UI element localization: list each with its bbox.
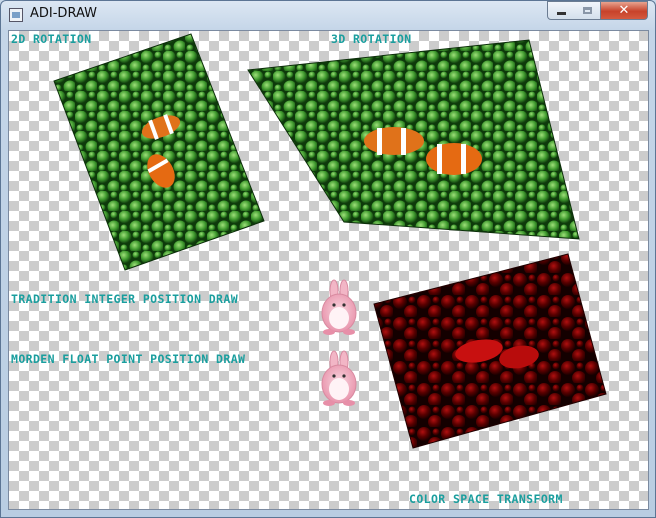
label-integer-draw: TRADITION INTEGER POSITION DRAW xyxy=(11,292,239,306)
maximize-button[interactable] xyxy=(574,1,601,20)
bunny-sprite-integer xyxy=(321,279,357,335)
minimize-button[interactable] xyxy=(547,1,575,20)
maximize-icon xyxy=(582,7,592,14)
close-button[interactable]: ✕ xyxy=(601,1,648,20)
app-icon xyxy=(9,8,23,22)
label-2d-rotation: 2D ROTATION xyxy=(11,32,92,46)
canvas-artwork xyxy=(53,33,607,449)
label-color-transform: COLOR SPACE TRANSFORM xyxy=(409,492,563,506)
bunny-sprite-float xyxy=(321,350,357,406)
rotated-3d-image xyxy=(247,39,580,240)
rotated-2d-image xyxy=(53,33,265,271)
color-transformed-image xyxy=(373,253,607,449)
label-float-draw: MORDEN FLOAT POINT POSITION DRAW xyxy=(11,352,246,366)
title-bar[interactable]: ADI-DRAW ✕ xyxy=(1,1,655,29)
window-title: ADI-DRAW xyxy=(30,6,97,21)
drawing-canvas: 2D ROTATION 3D ROTATION TRADITION INTEGE… xyxy=(8,30,649,510)
close-icon: ✕ xyxy=(618,3,630,18)
minimize-icon xyxy=(556,12,566,15)
app-window: ADI-DRAW ✕ 2D ROTATION 3D ROTATION TRADI… xyxy=(0,0,656,518)
label-3d-rotation: 3D ROTATION xyxy=(331,32,412,46)
